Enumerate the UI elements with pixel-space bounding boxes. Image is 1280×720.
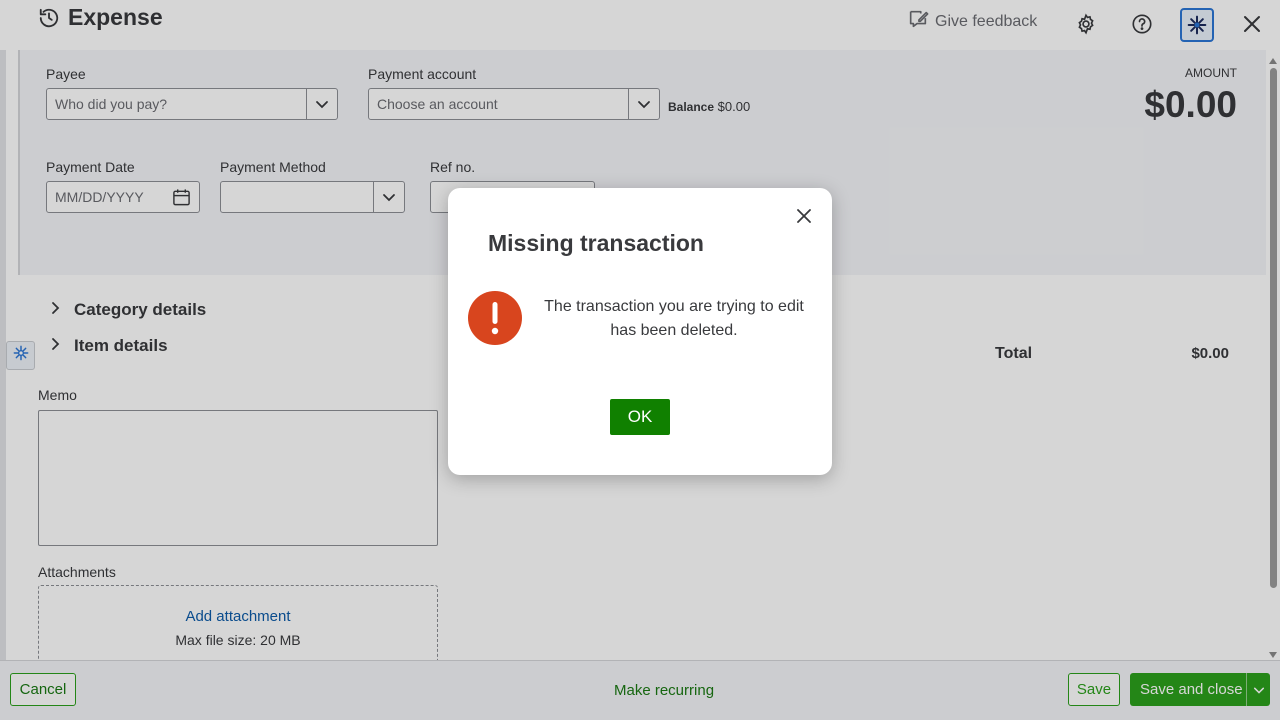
missing-transaction-dialog: Missing transaction The transaction you … (448, 188, 832, 475)
exclamation-icon (468, 291, 522, 345)
ok-button[interactable]: OK (610, 399, 670, 435)
dialog-message: The transaction you are trying to edit h… (544, 298, 804, 339)
dialog-title: Missing transaction (488, 230, 704, 256)
close-icon[interactable] (795, 207, 813, 225)
